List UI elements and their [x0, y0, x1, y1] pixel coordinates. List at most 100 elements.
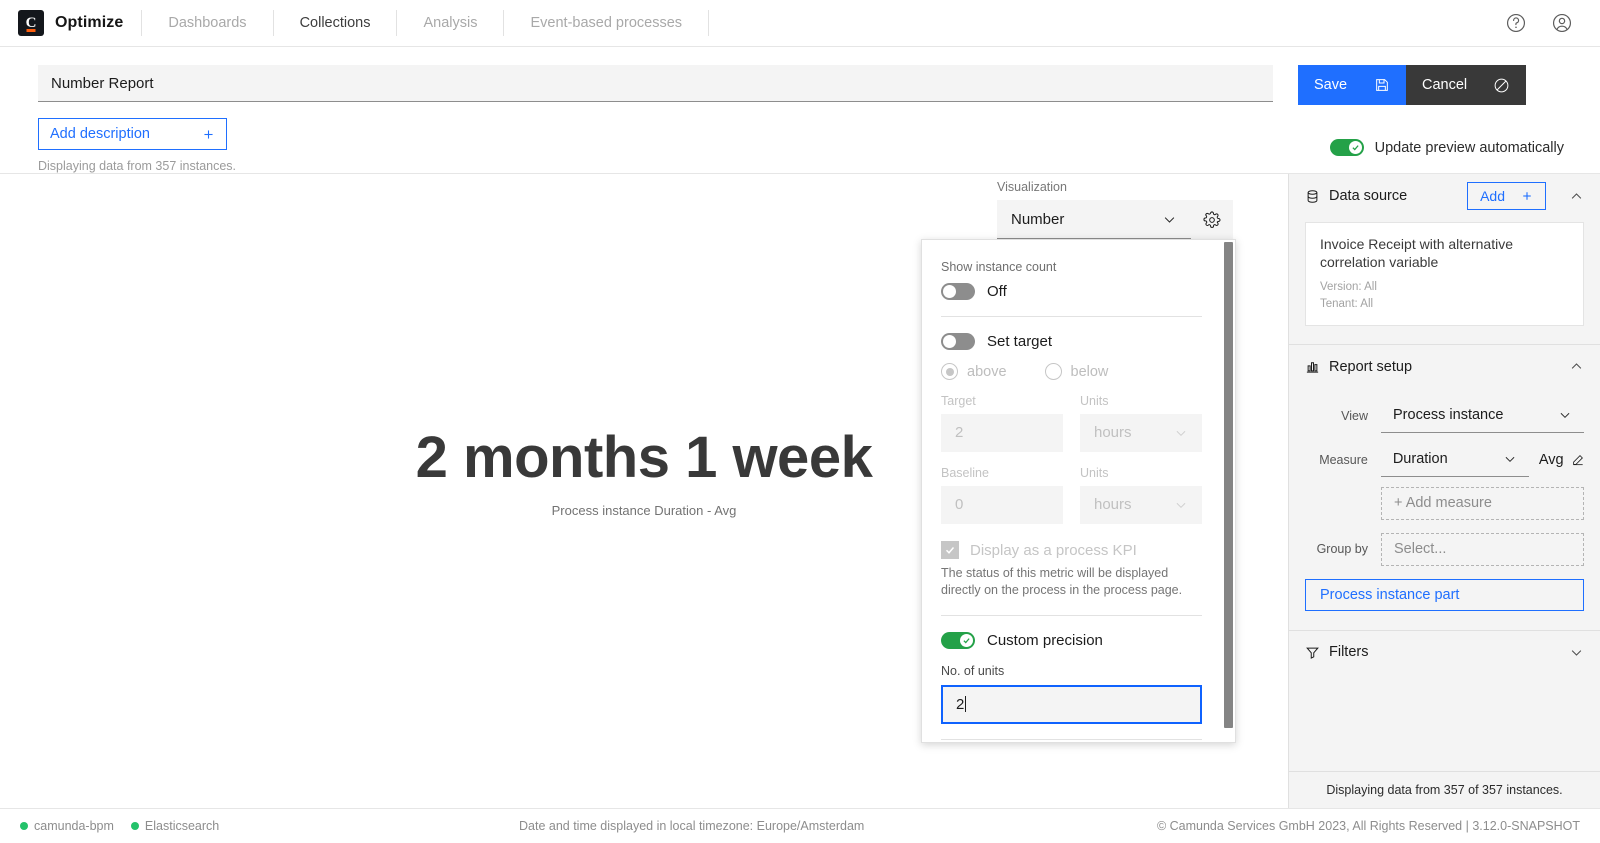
report-setup-title: Report setup — [1329, 359, 1412, 375]
baseline-units-label: Units — [1080, 466, 1202, 480]
add-data-source-button[interactable]: Add — [1467, 182, 1546, 210]
report-header: Save Cancel — [0, 47, 1600, 173]
update-preview-row: Update preview automatically — [1330, 139, 1564, 156]
target-direction-below-label: below — [1071, 364, 1109, 380]
add-measure-row: + Add measure — [1289, 487, 1600, 520]
custom-precision-toggle[interactable] — [941, 632, 975, 649]
target-units-select[interactable]: hours — [1080, 414, 1202, 452]
baseline-fields: Baseline 0 Units hours — [941, 466, 1202, 524]
connection-status-elasticsearch: Elasticsearch — [131, 819, 219, 833]
nav-item-event-based-processes[interactable]: Event-based processes — [504, 0, 708, 46]
status-dot-icon — [131, 822, 139, 830]
measure-value: Duration — [1393, 451, 1448, 467]
toggle-knob — [1349, 141, 1362, 154]
data-source-collapse-chevron-up-icon[interactable] — [1569, 189, 1584, 204]
visualization-control: Visualization Number — [997, 180, 1233, 239]
add-measure-control: + Add measure — [1381, 487, 1584, 520]
text-caret — [965, 696, 966, 712]
copyright-note: © Camunda Services GmbH 2023, All Rights… — [1157, 819, 1580, 833]
baseline-input[interactable]: 0 — [941, 486, 1063, 524]
chevron-down-icon — [1174, 426, 1188, 440]
add-measure-button[interactable]: + Add measure — [1381, 487, 1584, 520]
save-button[interactable]: Save — [1298, 65, 1406, 105]
visualization-settings-button[interactable] — [1191, 200, 1233, 239]
popup-scrollbar-track[interactable] — [1221, 240, 1235, 742]
plus-icon — [1521, 190, 1533, 202]
group-by-select[interactable]: Select... — [1381, 533, 1584, 566]
target-input[interactable]: 2 — [941, 414, 1063, 452]
brand[interactable]: C Optimize — [18, 10, 141, 36]
radio-dot-icon — [1045, 363, 1062, 380]
chevron-down-icon — [1558, 408, 1572, 422]
filters-title: Filters — [1329, 644, 1368, 660]
group-by-row: Group by Select... — [1289, 533, 1600, 566]
title-row: Save Cancel — [0, 65, 1600, 105]
measure-control: Duration Avg — [1381, 443, 1584, 477]
bar-chart-icon — [1305, 359, 1320, 374]
user-avatar-icon[interactable] — [1550, 11, 1574, 35]
process-kpi-checkbox[interactable] — [941, 541, 959, 559]
process-instance-part-button[interactable]: Process instance part — [1305, 579, 1584, 611]
cancel-button-label: Cancel — [1422, 77, 1467, 93]
add-description-button[interactable]: Add description — [38, 118, 227, 150]
no-of-units-label: No. of units — [941, 664, 1202, 678]
nav-item-collections[interactable]: Collections — [274, 0, 397, 46]
floppy-disk-icon — [1374, 77, 1390, 93]
visualization-settings-popup: Show instance count Off Set target — [921, 239, 1236, 743]
visualization-select[interactable]: Number — [997, 200, 1191, 239]
chevron-down-icon — [1503, 452, 1517, 466]
data-source-tenant: Tenant: All — [1320, 296, 1569, 312]
target-units-label: Units — [1080, 394, 1202, 408]
database-icon — [1305, 189, 1320, 204]
view-control: Process instance — [1381, 399, 1584, 433]
brand-mark-bar — [27, 29, 36, 32]
no-of-units-input[interactable]: 2 — [941, 685, 1202, 724]
chevron-down-icon — [1162, 212, 1177, 227]
save-button-label: Save — [1314, 77, 1347, 93]
nav-item-analysis[interactable]: Analysis — [397, 0, 503, 46]
measure-row: Measure Duration Avg — [1289, 443, 1600, 477]
report-title-input[interactable] — [38, 65, 1273, 102]
measure-select[interactable]: Duration — [1381, 443, 1529, 477]
report-body: 2 months 1 week Process instance Duratio… — [0, 173, 1600, 808]
show-instance-count-toggle[interactable] — [941, 283, 975, 300]
filters-header[interactable]: Filters — [1289, 630, 1600, 674]
popup-divider — [941, 615, 1202, 616]
no-of-units-value: 2 — [956, 696, 964, 713]
data-source-title: Data source — [1329, 188, 1407, 204]
cancel-button[interactable]: Cancel — [1406, 65, 1526, 105]
topnav-actions — [1504, 11, 1584, 35]
filters-expand-chevron-down-icon[interactable] — [1569, 645, 1584, 660]
update-preview-toggle[interactable] — [1330, 139, 1364, 156]
aggregation-value: Avg — [1539, 452, 1564, 468]
report-setup-collapse-chevron-up-icon[interactable] — [1569, 359, 1584, 374]
app-footer: camunda-bpm Elasticsearch Date and time … — [0, 808, 1600, 843]
process-kpi-label: Display as a process KPI — [970, 542, 1137, 559]
add-data-source-label: Add — [1480, 188, 1505, 204]
target-units-field: Units hours — [1080, 394, 1202, 452]
set-target-row: Set target — [941, 333, 1202, 350]
report-configuration-sidebar: Data source Add Invoice Receipt with alt… — [1288, 174, 1600, 808]
reset-row: Reset to defaults — [941, 739, 1202, 742]
report-canvas: 2 months 1 week Process instance Duratio… — [0, 174, 1288, 808]
view-select[interactable]: Process instance — [1381, 399, 1584, 433]
connection-label: Elasticsearch — [145, 819, 219, 833]
data-source-card[interactable]: Invoice Receipt with alternative correla… — [1305, 222, 1584, 326]
help-circle-icon[interactable] — [1504, 11, 1528, 35]
baseline-units-select[interactable]: hours — [1080, 486, 1202, 524]
show-instance-count-state: Off — [987, 283, 1007, 300]
target-direction-below[interactable]: below — [1045, 363, 1109, 380]
data-source-header: Data source Add — [1289, 174, 1600, 218]
sidebar-instances-note: Displaying data from 357 of 357 instance… — [1289, 771, 1600, 808]
view-label: View — [1305, 409, 1381, 423]
measure-label: Measure — [1305, 453, 1381, 467]
target-direction-above[interactable]: above — [941, 363, 1007, 380]
set-target-toggle[interactable] — [941, 333, 975, 350]
popup-scrollbar-thumb[interactable] — [1224, 242, 1233, 728]
view-value: Process instance — [1393, 407, 1503, 423]
toggle-knob — [943, 285, 956, 298]
brand-name: Optimize — [55, 14, 123, 32]
nav-item-dashboards[interactable]: Dashboards — [142, 0, 272, 46]
aggregation-button[interactable]: Avg — [1539, 452, 1585, 468]
toggle-knob — [943, 335, 956, 348]
